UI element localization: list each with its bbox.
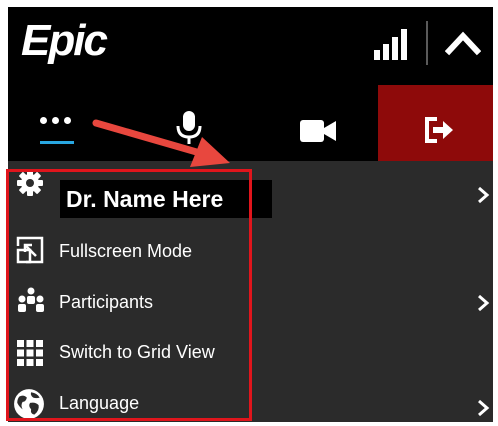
grid-view-icon [17, 340, 43, 366]
menu-item-grid-view[interactable]: Switch to Grid View [8, 327, 493, 377]
globe-icon [14, 389, 44, 419]
gear-icon [17, 170, 43, 196]
chevron-right-icon [478, 186, 490, 204]
menu-item-label: Switch to Grid View [59, 342, 215, 362]
microphone-button[interactable] [158, 85, 218, 161]
active-tab-indicator [40, 141, 74, 144]
leave-visit-button[interactable] [378, 85, 493, 161]
menu-item-fullscreen[interactable]: Fullscreen Mode [8, 226, 493, 276]
name-placeholder-label: Dr. Name Here [60, 180, 272, 218]
fullscreen-icon [16, 236, 44, 264]
menu-item-label: Language [59, 393, 140, 413]
microphone-icon [176, 111, 202, 144]
menu-item-label: Fullscreen Mode [59, 241, 193, 261]
chevron-right-icon [478, 399, 490, 417]
participants-icon [18, 287, 44, 312]
menu-item-language[interactable]: Language [8, 378, 493, 422]
chevron-right-icon [478, 294, 490, 312]
more-dots-icon [40, 117, 71, 124]
chevron-up-icon[interactable] [445, 27, 481, 57]
menu-item-label: Participants [59, 292, 154, 312]
divider [426, 21, 428, 65]
more-options-button[interactable] [26, 85, 86, 161]
camera-button[interactable] [278, 85, 358, 161]
epic-logo: Epic [21, 16, 108, 65]
menu-item-participants[interactable]: Participants [8, 277, 493, 327]
signal-strength-icon [374, 28, 414, 60]
leave-exit-icon [425, 117, 453, 143]
video-camera-icon [300, 120, 336, 142]
top-bar: Epic [8, 7, 493, 85]
call-toolbar [8, 85, 493, 161]
